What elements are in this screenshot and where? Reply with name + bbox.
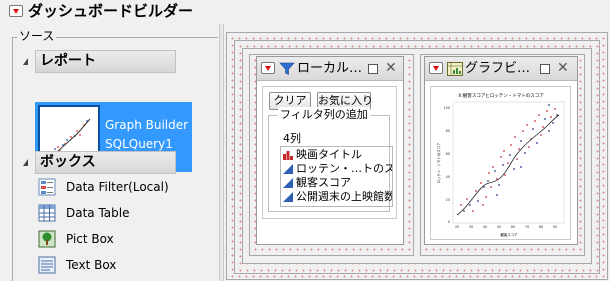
data-table-icon	[38, 204, 56, 222]
box-item-label: Pict Box	[66, 232, 114, 246]
graph-panel-header: グラフビ… ✕	[425, 57, 577, 81]
box-item-data-table[interactable]: Data Table	[38, 202, 208, 224]
y-axis-label: ロッテン・トマトのスコア	[436, 142, 441, 183]
text-box-icon	[38, 256, 56, 274]
graph-panel-maximize-icon[interactable]	[540, 64, 550, 74]
x-axis-label: 観客スコア	[501, 232, 519, 237]
filter-panel-maximize-icon[interactable]	[368, 64, 378, 74]
x-tick-label: 70	[525, 225, 529, 229]
graph-panel[interactable]: グラフビ… ✕ X:観客スコアとロッテン・トマトのスコア ロッテン・トマトのスコ…	[424, 56, 578, 245]
filter-panel-title: ローカル…	[297, 61, 363, 76]
continuous-column-icon	[283, 164, 293, 174]
graph-panel-menu-icon[interactable]	[429, 62, 443, 74]
report-item-label: Graph Builder SQLQuery1	[105, 116, 188, 154]
columns-list[interactable]: 映画タイトル ロッテン・…トのスコア 観客スコア	[280, 146, 393, 207]
box-item-label: Data Table	[66, 206, 130, 220]
box-item-pict-box[interactable]: Pict Box	[38, 228, 208, 250]
y-tick-label: 100	[444, 106, 450, 110]
continuous-column-icon	[283, 178, 293, 188]
graph-panel-close-icon[interactable]: ✕	[557, 59, 569, 77]
boxes-disclosure-icon[interactable]	[23, 159, 28, 166]
column-item-label: ロッテン・…トのスコア	[296, 162, 392, 175]
x-tick-label: 90	[553, 225, 557, 229]
box-item-data-filter[interactable]: Data Filter(Local)	[38, 176, 208, 198]
graph-panel-body: X:観客スコアとロッテン・トマトのスコア ロッテン・トマトのスコア 観客スコア …	[430, 86, 571, 240]
y-tick-label: 60	[446, 152, 450, 156]
graph-panel-title: グラフビ…	[465, 61, 531, 76]
filter-panel[interactable]: ローカル… ✕ クリア お気に入り フィルタ列の追加 4列 映画タイトル ロッテ…	[256, 56, 404, 245]
x-tick-label: 30	[469, 225, 473, 229]
window-title: ダッシュボードビルダー	[28, 2, 194, 20]
filter-panel-close-icon[interactable]: ✕	[385, 59, 397, 77]
filter-funnel-icon	[279, 62, 295, 75]
x-tick-label: 50	[497, 225, 501, 229]
add-filter-columns-legend: フィルタ列の追加	[278, 107, 370, 123]
y-tick-label: 20	[446, 198, 450, 202]
x-tick-label: 80	[539, 225, 543, 229]
reports-section-header[interactable]: レポート	[35, 50, 176, 73]
report-item-name: Graph Builder	[105, 118, 189, 132]
x-tick-label: 20	[455, 225, 459, 229]
filter-panel-header: ローカル… ✕	[257, 57, 403, 81]
x-tick-label: 60	[511, 225, 515, 229]
sources-pane: ソース レポート Graph Builder SQLQuery1 ボックス Da…	[0, 24, 218, 281]
filter-panel-body: クリア お気に入り フィルタ列の追加 4列 映画タイトル ロッテン・…トのスコア	[262, 86, 397, 219]
nominal-column-icon	[283, 151, 293, 160]
sources-group-label: ソース	[17, 28, 57, 44]
plot-title: X:観客スコアとロッテン・トマトのスコア	[458, 92, 544, 99]
data-filter-icon	[38, 178, 56, 196]
x-tick-label: 40	[483, 225, 487, 229]
box-item-label: Data Filter(Local)	[66, 180, 169, 194]
boxes-section-header[interactable]: ボックス	[35, 151, 176, 174]
title-bar: ダッシュボードビルダー	[0, 0, 610, 24]
y-tick-label: 80	[446, 129, 450, 133]
reports-disclosure-icon[interactable]	[23, 58, 28, 65]
red-triangle-menu-icon[interactable]	[9, 5, 23, 17]
add-filter-columns-group: フィルタ列の追加 4列 映画タイトル ロッテン・…トのスコア	[268, 107, 393, 212]
columns-count: 4列	[283, 132, 301, 145]
y-tick-label: 40	[446, 175, 450, 179]
box-item-text-box[interactable]: Text Box	[38, 254, 208, 276]
column-item-label: 公開週末の上映館数	[296, 190, 393, 203]
scatter-plot: X:観客スコアとロッテン・トマトのスコア ロッテン・トマトのスコア 観客スコア …	[436, 92, 565, 237]
column-item-label: 映画タイトル	[296, 148, 362, 161]
continuous-column-icon	[283, 192, 293, 202]
pict-box-icon	[38, 230, 56, 248]
graph-builder-icon	[447, 62, 463, 76]
y-tick-label: 0	[448, 220, 450, 224]
filter-panel-menu-icon[interactable]	[261, 62, 275, 74]
box-item-label: Text Box	[66, 258, 117, 272]
column-item-label: 観客スコア	[296, 176, 351, 189]
